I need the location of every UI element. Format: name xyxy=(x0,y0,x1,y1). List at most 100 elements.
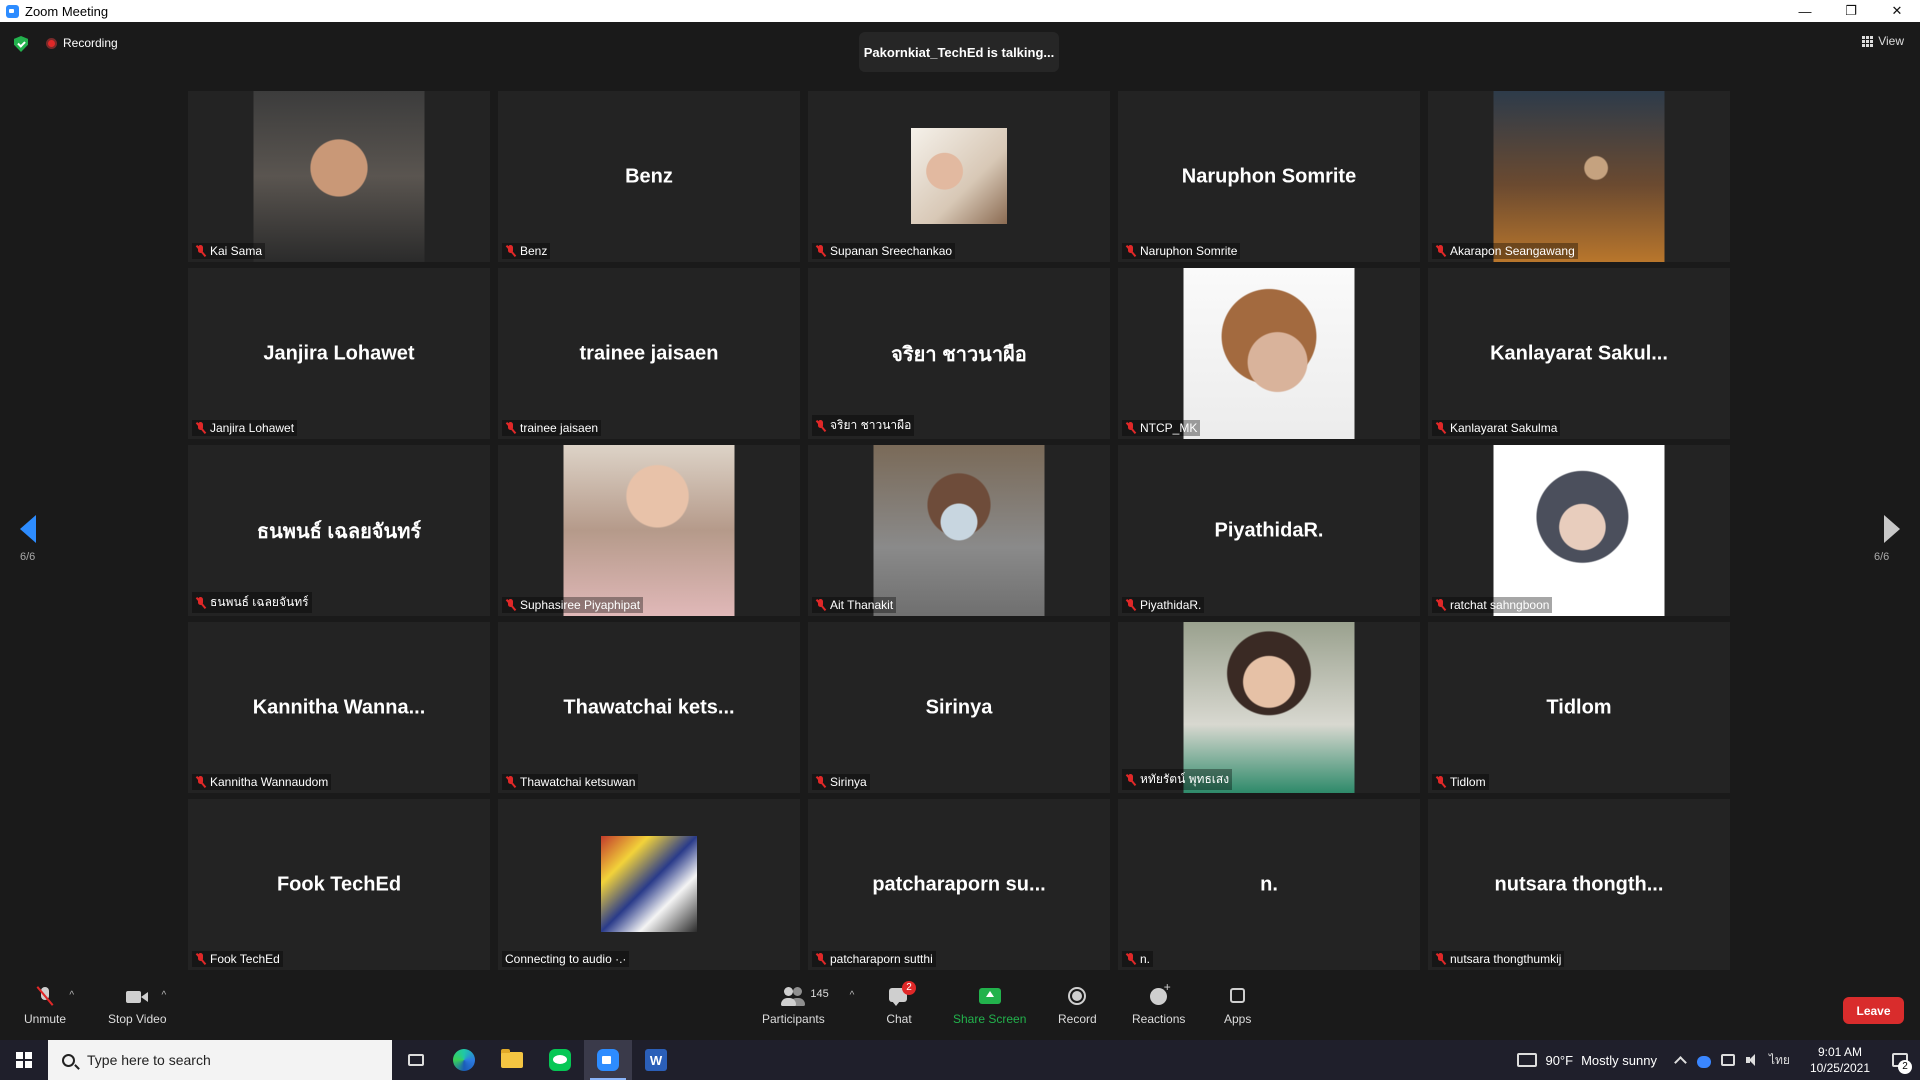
network-icon[interactable] xyxy=(1720,1054,1735,1066)
participant-video xyxy=(873,445,1045,616)
participant-tile[interactable]: Kannitha Wanna... Kannitha Wannaudom xyxy=(188,622,490,793)
participant-tile[interactable]: PiyathidaR. PiyathidaR. xyxy=(1118,445,1420,616)
participant-name: Suphasiree Piyaphipat xyxy=(520,598,641,612)
recording-indicator[interactable]: Recording xyxy=(46,36,118,50)
participant-tile[interactable]: หทัยรัตน์ พุทธเสง xyxy=(1118,622,1420,793)
unmute-button[interactable]: ^ Unmute xyxy=(24,986,74,1026)
taskbar-file-explorer[interactable] xyxy=(488,1040,536,1080)
participant-tile[interactable]: Kanlayarat Sakul... Kanlayarat Sakulma xyxy=(1428,268,1730,439)
participant-tile[interactable]: nutsara thongth... nutsara thongthumkij xyxy=(1428,799,1730,970)
view-label: View xyxy=(1878,34,1904,48)
file-explorer-icon xyxy=(501,1049,523,1068)
microphone-muted-icon: ^ xyxy=(32,986,74,1008)
input-language-indicator[interactable]: ไทย xyxy=(1769,1051,1790,1070)
microphone-muted-icon xyxy=(1435,953,1446,965)
chat-button[interactable]: 2 Chat xyxy=(886,981,916,1026)
microphone-muted-icon xyxy=(815,419,826,432)
participant-tile[interactable]: Tidlom Tidlom xyxy=(1428,622,1730,793)
microphone-muted-icon xyxy=(1125,245,1136,257)
participant-name: ธนพนธ์ เฉลยจันทร์ xyxy=(210,595,309,609)
weather-widget[interactable]: 90°F Mostly sunny xyxy=(1517,1053,1657,1068)
minimize-button[interactable]: — xyxy=(1782,0,1828,22)
participant-tile[interactable]: Thawatchai kets... Thawatchai ketsuwan xyxy=(498,622,800,793)
active-speaker-banner: Pakornkiat_TechEd is talking... xyxy=(859,32,1059,72)
taskbar-edge[interactable] xyxy=(440,1040,488,1080)
next-page[interactable]: 6/6 xyxy=(1874,515,1900,563)
participant-name: Ait Thanakit xyxy=(830,598,894,612)
participant-display-name: patcharaporn su... xyxy=(872,873,1046,895)
participant-tile[interactable]: Suphasiree Piyaphipat xyxy=(498,445,800,616)
participant-display-name: Benz xyxy=(625,165,673,187)
participants-button[interactable]: 145 ^ Participants xyxy=(762,986,854,1026)
participant-tile[interactable]: จริยา ชาวนาผือ จริยา ชาวนาผือ xyxy=(808,268,1110,439)
taskbar-search-box[interactable]: Type here to search xyxy=(48,1040,392,1080)
participant-tile[interactable]: patcharaporn su... patcharaporn sutthi xyxy=(808,799,1110,970)
participant-tile[interactable]: Naruphon Somrite Naruphon Somrite xyxy=(1118,91,1420,262)
participant-display-name: Kanlayarat Sakul... xyxy=(1490,342,1668,364)
action-center-button[interactable]: 2 xyxy=(1880,1040,1920,1080)
participant-name: n. xyxy=(1140,952,1151,966)
participant-name: Thawatchai ketsuwan xyxy=(520,775,636,789)
participant-tile[interactable]: Connecting to audio ·.· xyxy=(498,799,800,970)
arrow-right-icon[interactable] xyxy=(1884,515,1900,543)
meeting-area: Recording Pakornkiat_TechEd is talking..… xyxy=(0,22,1920,980)
taskbar-zoom[interactable] xyxy=(584,1040,632,1080)
arrow-left-icon[interactable] xyxy=(20,515,36,543)
task-view-button[interactable] xyxy=(392,1040,440,1080)
participant-name-label: Ait Thanakit xyxy=(812,597,897,613)
microphone-muted-icon xyxy=(505,776,516,788)
microphone-muted-icon xyxy=(1435,245,1446,257)
participant-tile[interactable]: Akarapon Seangawang xyxy=(1428,91,1730,262)
participant-tile[interactable]: trainee jaisaen trainee jaisaen xyxy=(498,268,800,439)
reactions-button[interactable]: Reactions xyxy=(1132,980,1185,1026)
participant-tile[interactable]: ธนพนธ์ เฉลยจันทร์ ธนพนธ์ เฉลยจันทร์ xyxy=(188,445,490,616)
participant-tile[interactable]: Fook TechEd Fook TechEd xyxy=(188,799,490,970)
video-camera-icon: ^ xyxy=(124,986,166,1008)
participant-tile[interactable]: Sirinya Sirinya xyxy=(808,622,1110,793)
onedrive-cloud-icon[interactable] xyxy=(1696,1055,1711,1068)
participant-tile[interactable]: Supanan Sreechankao xyxy=(808,91,1110,262)
stop-video-button[interactable]: ^ Stop Video xyxy=(108,986,167,1026)
taskbar-clock[interactable]: 9:01 AM 10/25/2021 xyxy=(1810,1044,1870,1076)
share-screen-button[interactable]: Share Screen xyxy=(953,986,1026,1026)
apps-label: Apps xyxy=(1224,1012,1252,1026)
start-button[interactable] xyxy=(0,1040,48,1080)
microphone-muted-icon xyxy=(505,599,516,611)
participant-tile[interactable]: Benz Benz xyxy=(498,91,800,262)
participant-name-label: Connecting to audio ·.· xyxy=(502,951,630,967)
apps-button[interactable]: Apps xyxy=(1224,986,1251,1026)
recording-dot-icon xyxy=(46,37,57,49)
participant-display-name: n. xyxy=(1260,873,1278,895)
taskbar-word[interactable]: W xyxy=(632,1040,680,1080)
clock-time: 9:01 AM xyxy=(1817,1045,1862,1059)
unmute-options-caret[interactable]: ^ xyxy=(69,990,74,1001)
view-button[interactable]: View xyxy=(1862,34,1904,48)
restore-button[interactable]: ❐ xyxy=(1828,0,1874,22)
participants-options-caret[interactable]: ^ xyxy=(850,990,855,1001)
microphone-muted-icon xyxy=(1125,773,1136,786)
participant-display-name: Fook TechEd xyxy=(276,873,402,895)
notification-count: 2 xyxy=(1898,1060,1912,1074)
participant-tile[interactable]: Janjira Lohawet Janjira Lohawet xyxy=(188,268,490,439)
participant-tile[interactable]: Ait Thanakit xyxy=(808,445,1110,616)
video-options-caret[interactable]: ^ xyxy=(162,990,167,1001)
show-hidden-icons-chevron-icon[interactable] xyxy=(1673,1054,1687,1066)
close-button[interactable]: ✕ xyxy=(1874,0,1920,22)
participant-tile[interactable]: NTCP_MK xyxy=(1118,268,1420,439)
leave-button[interactable]: Leave xyxy=(1843,997,1904,1024)
previous-page[interactable]: 6/6 xyxy=(20,515,36,563)
clock-date: 10/25/2021 xyxy=(1809,1061,1870,1075)
security-shield-icon[interactable] xyxy=(14,36,28,52)
taskbar-line[interactable] xyxy=(536,1040,584,1080)
participant-tile[interactable]: n. n. xyxy=(1118,799,1420,970)
volume-icon[interactable] xyxy=(1745,1054,1759,1066)
page-indicator-right: 6/6 xyxy=(1874,551,1890,563)
participant-name: trainee jaisaen xyxy=(520,421,599,435)
record-button[interactable]: Record xyxy=(1058,986,1097,1026)
participant-name-label: Benz xyxy=(502,243,551,259)
participant-name-label: หทัยรัตน์ พุทธเสง xyxy=(1122,769,1233,790)
participant-tile[interactable]: ratchat sahngboon xyxy=(1428,445,1730,616)
participant-name-label: Sirinya xyxy=(812,774,870,790)
zoom-app-icon xyxy=(6,4,19,18)
participant-tile[interactable]: Kai Sama xyxy=(188,91,490,262)
